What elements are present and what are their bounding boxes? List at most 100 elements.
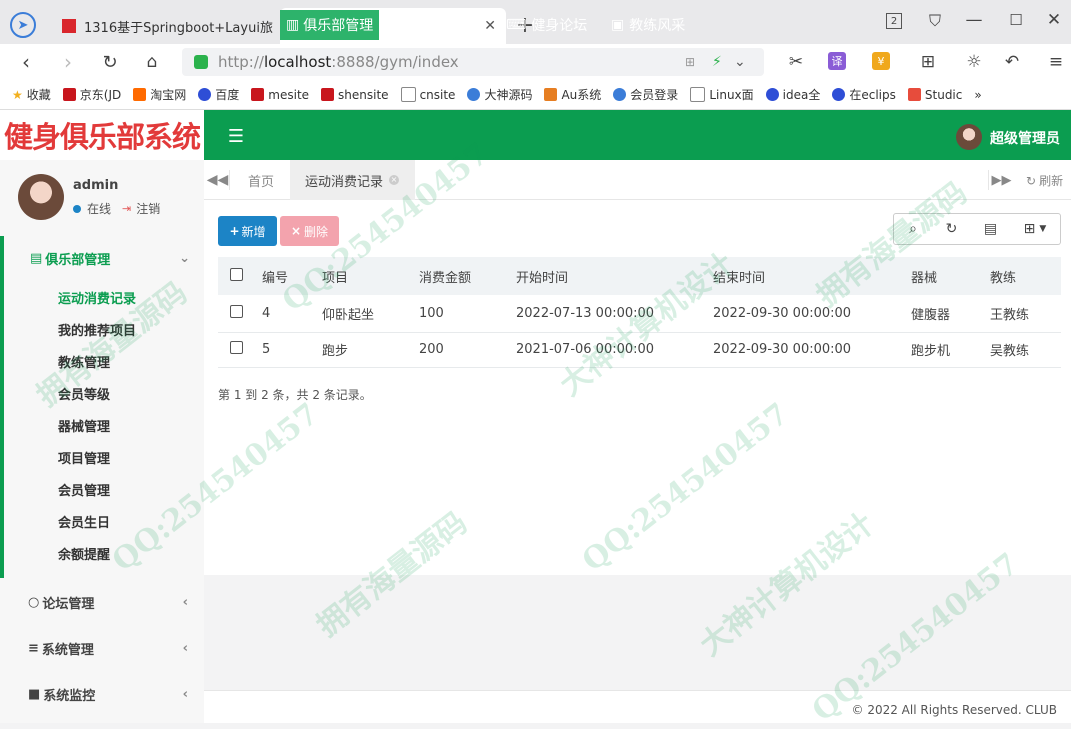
apps-grid-icon[interactable]: ⊞ <box>916 50 940 74</box>
tabs-scroll-right-icon[interactable]: ▶▶ <box>988 170 1014 190</box>
bookmark-item[interactable]: 会员登录 <box>613 86 678 103</box>
select-all-checkbox[interactable] <box>229 267 243 281</box>
add-button[interactable]: + 新增 <box>218 216 277 246</box>
row-checkbox[interactable] <box>229 341 243 354</box>
sidebar-group-monitor[interactable]: ■ 系统监控 ‹ <box>28 685 188 704</box>
sidebar-toggle-icon[interactable]: ☰ <box>224 124 248 148</box>
online-dot-icon <box>73 204 81 213</box>
row-checkbox[interactable] <box>229 304 243 318</box>
refresh-tab-button[interactable]: ↻ 刷新 <box>1026 172 1063 189</box>
data-table: 编号 项目 消费金额 开始时间 结束时间 器械 教练 4 仰卧起坐 100 20… <box>218 257 1061 368</box>
bookmark-item[interactable]: Studic <box>907 88 962 102</box>
active-menu-indicator <box>0 236 4 578</box>
close-tab-icon[interactable]: × <box>389 175 400 185</box>
toggle-view-button[interactable]: ▤ <box>971 213 1011 245</box>
sidebar-item-members[interactable]: 会员管理 <box>58 480 110 499</box>
jd-icon <box>62 88 76 101</box>
nav-system-management[interactable]: ≡ 系统管理 <box>403 10 475 40</box>
brightness-icon[interactable]: ☼ <box>962 50 986 74</box>
nav-club-management[interactable]: ▥ 俱乐部管理 <box>280 10 380 40</box>
nav-fitness-forum[interactable]: ⌨ 健身论坛 <box>506 10 587 40</box>
column-header[interactable]: 消费金额 <box>411 257 508 295</box>
minimize-icon[interactable]: — <box>962 8 986 32</box>
column-header[interactable]: 开始时间 <box>508 257 705 295</box>
plus-icon: + <box>229 224 240 238</box>
columns-dropdown-button[interactable]: ⊞ ▼ <box>1010 213 1061 245</box>
column-header[interactable]: 项目 <box>314 257 411 295</box>
sidebar-item-exercise-records[interactable]: 运动消费记录 <box>58 288 136 307</box>
user-name[interactable]: 超级管理员 <box>990 128 1060 148</box>
search-icon: ⌕ <box>909 221 917 237</box>
bookmark-item[interactable]: mesite <box>251 88 309 102</box>
lightning-icon[interactable]: ⚡ <box>712 54 722 70</box>
url-host: localhost <box>263 53 332 71</box>
column-header[interactable]: 结束时间 <box>705 257 903 295</box>
baidu-paw-icon <box>832 88 846 101</box>
row-select-cell[interactable] <box>218 332 254 367</box>
extension-shield-icon[interactable]: ¥ <box>872 52 890 70</box>
sidebar-item-recommended[interactable]: 我的推荐项目 <box>58 320 136 339</box>
dropdown-chevron-icon[interactable]: ⌄ <box>734 54 746 70</box>
bookmark-item[interactable]: cnsite <box>400 87 455 102</box>
bookmark-item[interactable]: 淘宝网 <box>133 86 186 103</box>
chevron-left-icon: ‹ <box>182 641 188 656</box>
close-tab-icon[interactable]: ✕ <box>484 18 496 34</box>
column-header[interactable]: 编号 <box>254 257 314 295</box>
back-icon[interactable]: ‹ <box>14 50 38 74</box>
table-row[interactable]: 5 跑步 200 2021-07-06 00:00:00 2022-09-30 … <box>218 332 1061 367</box>
bookmarks-more[interactable]: » <box>974 88 981 102</box>
tab-home[interactable]: 首页 <box>248 171 274 190</box>
tab-count-icon[interactable]: 2 <box>886 13 902 29</box>
maximize-icon[interactable]: ☐ <box>1004 8 1028 32</box>
grid-icon: ⊞ <box>1023 221 1036 237</box>
bookmark-item[interactable]: Linux面 <box>690 86 754 103</box>
bookmarks-bar: ★ 收藏 京东(JD 淘宝网 百度 mesite shensite cnsite … <box>0 80 1071 110</box>
shirt-icon[interactable]: ⛉ <box>924 10 946 32</box>
sidebar-item-projects[interactable]: 项目管理 <box>58 448 110 467</box>
bookmark-item[interactable]: shensite <box>321 88 389 102</box>
browser-menu-icon[interactable]: ≡ <box>1044 50 1068 74</box>
delete-button[interactable]: × 删除 <box>280 216 339 246</box>
bookmark-item[interactable]: 大神源码 <box>467 86 532 103</box>
sidebar-item-member-levels[interactable]: 会员等级 <box>58 384 110 403</box>
sidebar-item-coaches[interactable]: 教练管理 <box>58 352 110 371</box>
select-all-cell[interactable] <box>218 257 254 295</box>
reload-icon[interactable]: ↻ <box>98 50 122 74</box>
document-icon: ▤ <box>30 251 43 266</box>
sidebar-item-birthdays[interactable]: 会员生日 <box>58 512 110 531</box>
undo-icon[interactable]: ↶ <box>1000 50 1024 74</box>
forward-icon[interactable]: › <box>56 50 80 74</box>
home-icon[interactable]: ⌂ <box>140 50 164 74</box>
sidebar-group-club[interactable]: ▤ 俱乐部管理 ⌄ <box>30 249 190 268</box>
close-window-icon[interactable]: ✕ <box>1042 8 1066 32</box>
tabs-scroll-left-icon[interactable]: ◀◀ <box>206 170 230 190</box>
sidebar-group-forum[interactable]: ○ 论坛管理 ‹ <box>28 593 188 612</box>
tab-exercise-records[interactable]: 运动消费记录 × <box>290 160 415 200</box>
url-input[interactable]: http://localhost:8888/gym/index ⊞ ⚡ ⌄ <box>182 48 764 76</box>
bookmark-item[interactable]: idea全 <box>765 86 820 103</box>
bookmark-item[interactable]: 在eclips <box>832 86 896 103</box>
row-select-cell[interactable] <box>218 295 254 332</box>
refresh-table-button[interactable]: ↻ <box>932 213 972 245</box>
sidebar-item-balance-alerts[interactable]: 余额提醒 <box>58 544 110 563</box>
keyboard-icon: ⌨ <box>506 17 527 33</box>
bookmark-item[interactable]: Au系统 <box>544 86 601 103</box>
qr-icon[interactable]: ⊞ <box>685 55 695 69</box>
scissors-icon[interactable]: ✂ <box>782 50 810 74</box>
user-avatar[interactable] <box>956 124 982 150</box>
translate-icon[interactable]: 译 <box>828 52 846 70</box>
bookmark-item[interactable]: 京东(JD <box>62 86 121 103</box>
browser-tab-inactive[interactable]: 1316基于Springboot+Layui旅 <box>52 8 274 44</box>
bookmark-item[interactable]: 百度 <box>198 86 239 103</box>
logout-link[interactable]: ⇥ 注销 <box>122 200 160 217</box>
sidebar-group-system[interactable]: ≡ 系统管理 ‹ <box>28 639 188 658</box>
nav-coach-gallery[interactable]: ▣ 教练风采 <box>611 10 685 40</box>
search-button[interactable]: ⌕ <box>893 213 933 245</box>
bookmark-item[interactable]: ★ 收藏 <box>12 86 51 103</box>
table-row[interactable]: 4 仰卧起坐 100 2022-07-13 00:00:00 2022-09-3… <box>218 295 1061 332</box>
table-cell: 4 <box>262 305 271 321</box>
column-header[interactable]: 器械 <box>903 257 982 295</box>
sidebar-item-equipment[interactable]: 器械管理 <box>58 416 110 435</box>
column-header[interactable]: 教练 <box>982 257 1061 295</box>
online-status: 在线 <box>73 200 111 217</box>
